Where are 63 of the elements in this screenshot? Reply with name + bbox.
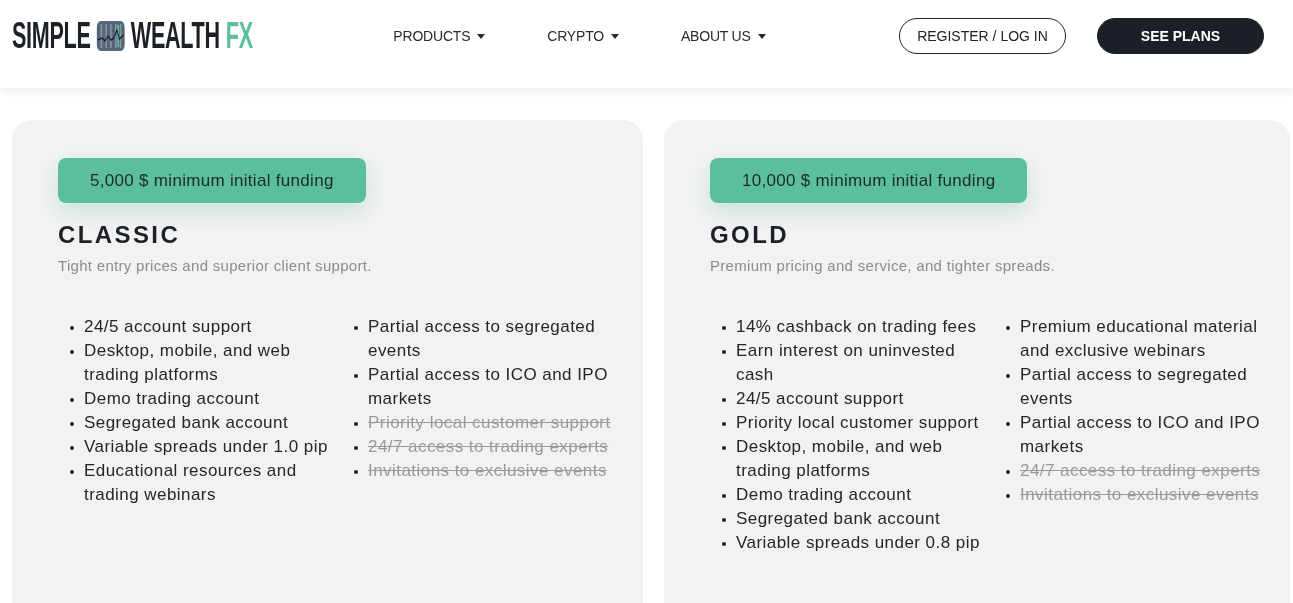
bullet-icon <box>70 446 74 450</box>
feature-text: Earn interest on uninvested cash <box>736 340 957 386</box>
plan-description: Premium pricing and service, and tighter spreads. <box>710 257 1056 275</box>
funding-tag: 10,000 $ minimum initial funding <box>710 158 1028 203</box>
chart-logo-icon <box>96 21 125 51</box>
excluded-feature-text: 24/7 access to trading experts <box>1020 460 1261 482</box>
nav-menu-link[interactable]: ABOUT US <box>680 18 766 54</box>
bullet-icon <box>70 326 74 330</box>
logo-text: FX <box>225 18 253 54</box>
bullet-icon <box>722 446 726 450</box>
bullet-icon <box>354 326 358 330</box>
feature-text: Partial access to segregated events <box>1020 364 1249 410</box>
bullet-icon <box>722 494 726 498</box>
bullet-icon <box>70 422 74 426</box>
excluded-feature-text: 24/7 access to trading experts <box>368 436 609 458</box>
bullet-icon <box>70 350 74 354</box>
bullet-icon <box>1006 326 1010 330</box>
bullet-icon <box>354 446 358 450</box>
bullet-icon <box>1006 374 1010 378</box>
feature-text: 24/5 account support <box>736 388 904 410</box>
bullet-icon <box>354 374 358 378</box>
excluded-feature-text: Priority local customer support <box>368 412 611 434</box>
bullet-icon <box>722 542 726 546</box>
plan-title: CLASSIC <box>58 222 182 248</box>
excluded-feature-text: Invitations to exclusive events <box>368 460 607 482</box>
funding-tag: 5,000 $ minimum initial funding <box>58 158 366 203</box>
logo-text: SIMPLE <box>12 18 91 54</box>
nav-menu-link[interactable]: PRODUCTS <box>393 18 486 54</box>
bullet-icon <box>722 398 726 402</box>
bullet-icon <box>1006 494 1010 498</box>
bullet-icon <box>1006 470 1010 474</box>
feature-text: Desktop, mobile, and web trading platforms <box>84 340 292 386</box>
feature-text: 24/5 account support <box>84 316 252 338</box>
feature-text: Premium educational material and exclusive webinars <box>1020 316 1259 362</box>
bullet-icon <box>354 422 358 426</box>
feature-text: Desktop, mobile, and web trading platforms <box>736 436 944 482</box>
nav-menu-link[interactable]: CRYPTO <box>547 18 619 54</box>
feature-text: Variable spreads under 1.0 pip <box>84 436 328 458</box>
plan-title: GOLD <box>710 222 790 248</box>
bullet-icon <box>70 470 74 474</box>
bullet-icon <box>722 422 726 426</box>
logo-text: WEALTH <box>130 18 220 54</box>
plan-description: Tight entry prices and superior client support. <box>58 257 373 275</box>
feature-text: Partial access to ICO and IPO markets <box>368 364 609 410</box>
feature-text: Segregated bank account <box>84 412 289 434</box>
feature-text: Partial access to ICO and IPO markets <box>1020 412 1261 458</box>
feature-text: Demo trading account <box>84 388 260 410</box>
excluded-feature-text: Invitations to exclusive events <box>1020 484 1259 506</box>
register-login-button[interactable]: REGISTER / LOG IN <box>899 18 1066 54</box>
bullet-icon <box>354 470 358 474</box>
bullet-icon <box>70 398 74 402</box>
feature-text: 14% cashback on trading fees <box>736 316 977 338</box>
feature-text: Segregated bank account <box>736 508 941 530</box>
feature-text: Educational resources and trading webinars <box>84 460 298 506</box>
bullet-icon <box>722 518 726 522</box>
bullet-icon <box>722 350 726 354</box>
feature-text: Priority local customer support <box>736 412 979 434</box>
bullet-icon <box>1006 422 1010 426</box>
feature-text: Variable spreads under 0.8 pip <box>736 532 980 554</box>
feature-text: Partial access to segregated events <box>368 316 597 362</box>
see-plans-button[interactable]: SEE PLANS <box>1097 18 1264 54</box>
feature-text: Demo trading account <box>736 484 912 506</box>
bullet-icon <box>722 326 726 330</box>
